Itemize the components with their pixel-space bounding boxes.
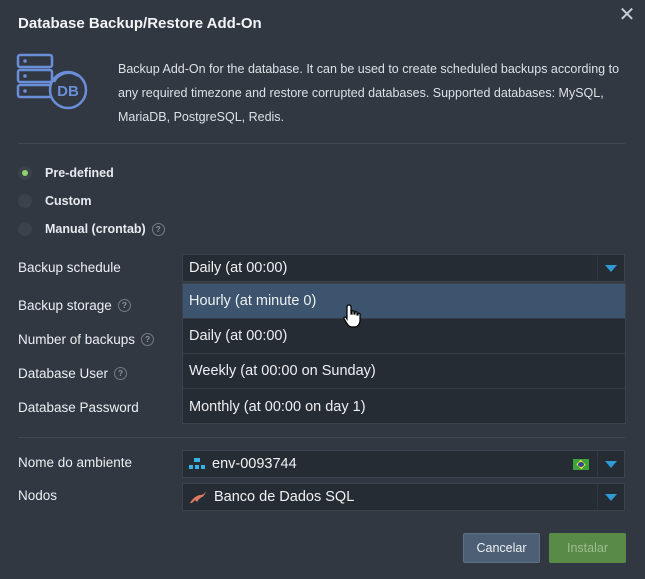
- backup-schedule-label: Backup schedule: [18, 260, 121, 275]
- divider: [18, 143, 625, 144]
- addon-dialog: Database Backup/Restore Add-On ✕ DB Back…: [0, 0, 645, 579]
- install-button[interactable]: Instalar: [549, 533, 626, 563]
- backup-schedule-value: Daily (at 00:00): [189, 260, 288, 276]
- help-icon[interactable]: ?: [117, 299, 131, 312]
- radio-unselected-icon[interactable]: [18, 194, 32, 208]
- number-of-backups-label: Number of backups?: [18, 332, 155, 347]
- database-user-label: Database User?: [18, 366, 128, 381]
- radio-selected-icon[interactable]: [18, 166, 32, 180]
- nodes-value: Banco de Dados SQL: [214, 489, 355, 505]
- radio-custom[interactable]: Custom: [18, 191, 92, 211]
- radio-label: Manual (crontab): [45, 222, 146, 236]
- nodes-label: Nodos: [18, 488, 58, 503]
- divider: [18, 437, 625, 438]
- backup-schedule-select[interactable]: Daily (at 00:00): [182, 254, 625, 282]
- environment-icon: [189, 458, 205, 469]
- radio-label: Pre-defined: [45, 166, 114, 180]
- database-backup-logo-icon: DB: [16, 53, 88, 110]
- help-icon[interactable]: ?: [114, 367, 128, 380]
- chevron-down-icon[interactable]: [597, 255, 624, 281]
- dropdown-option-weekly[interactable]: Weekly (at 00:00 on Sunday): [183, 354, 625, 389]
- addon-description: Backup Add-On for the database. It can b…: [118, 62, 620, 124]
- help-icon[interactable]: ?: [151, 222, 165, 236]
- chevron-down-icon[interactable]: [597, 484, 624, 510]
- help-icon[interactable]: ?: [141, 333, 155, 346]
- dropdown-option-daily[interactable]: Daily (at 00:00): [183, 319, 625, 354]
- close-icon[interactable]: ✕: [618, 5, 636, 25]
- radio-unselected-icon[interactable]: [18, 222, 32, 236]
- brazil-flag-icon: [573, 458, 589, 470]
- backup-schedule-dropdown: Hourly (at minute 0) Daily (at 00:00) We…: [182, 283, 626, 424]
- cancel-button[interactable]: Cancelar: [463, 533, 540, 563]
- radio-label: Custom: [45, 194, 92, 208]
- logo-text: DB: [57, 83, 79, 100]
- dialog-title: Database Backup/Restore Add-On: [18, 15, 262, 32]
- environment-label: Nome do ambiente: [18, 455, 133, 470]
- dropdown-option-monthly[interactable]: Monthly (at 00:00 on day 1): [183, 389, 625, 424]
- dropdown-option-hourly[interactable]: Hourly (at minute 0): [183, 284, 625, 319]
- backup-storage-label: Backup storage?: [18, 298, 131, 313]
- hand-cursor-icon: [343, 304, 361, 328]
- environment-value: env-0093744: [212, 456, 297, 472]
- radio-predefined[interactable]: Pre-defined: [18, 163, 114, 183]
- environment-select[interactable]: env-0093744: [182, 450, 625, 478]
- database-password-label: Database Password: [18, 400, 139, 415]
- radio-manual-crontab[interactable]: Manual (crontab) ?: [18, 219, 165, 239]
- mysql-dolphin-icon: [190, 491, 206, 503]
- nodes-select[interactable]: Banco de Dados SQL: [182, 483, 625, 511]
- chevron-down-icon[interactable]: [597, 451, 624, 477]
